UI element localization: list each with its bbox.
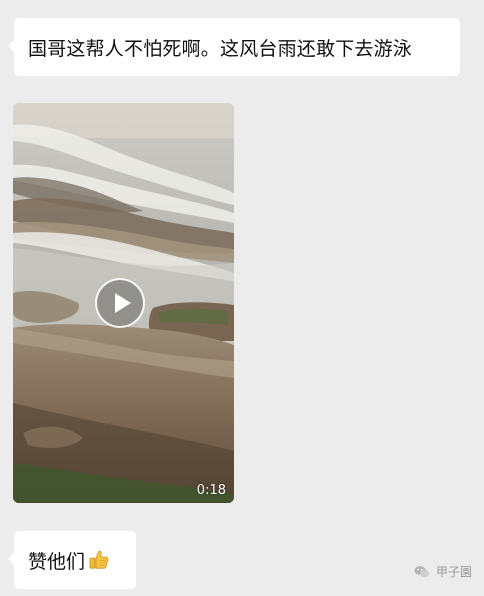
play-icon — [115, 293, 131, 313]
play-button[interactable] — [95, 278, 145, 328]
watermark-text: 甲子園 — [435, 565, 472, 579]
incoming-message-bubble[interactable]: 赞他们 — [8, 531, 136, 589]
wechat-icon — [414, 565, 429, 577]
message-text: 国哥这帮人不怕死啊。这风台雨还敢下去游泳 — [28, 37, 413, 60]
video-duration: 0:18 — [196, 483, 226, 498]
incoming-message-bubble[interactable]: 国哥这帮人不怕死啊。这风台雨还敢下去游泳 — [8, 18, 460, 76]
video-message[interactable]: 0:18 — [13, 103, 234, 503]
message-text: 赞他们 — [28, 550, 86, 573]
thumbs-up-icon — [89, 550, 109, 569]
watermark: 甲子園 — [414, 563, 472, 580]
